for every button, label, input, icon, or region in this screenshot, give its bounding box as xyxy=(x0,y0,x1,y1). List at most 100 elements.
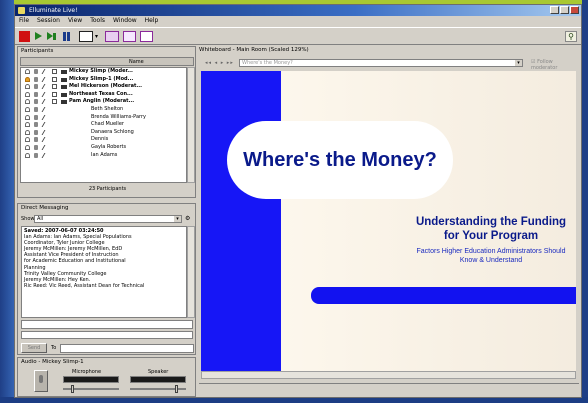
message-input-secondary[interactable] xyxy=(21,331,193,339)
whiteboard-navigation: ◂◂ ◂ ▸ ▸▸ Where's the Money? ☑ Follow mo… xyxy=(201,57,579,71)
breakout-rooms-icon[interactable] xyxy=(105,31,119,42)
whiteboard-header: Whiteboard - Main Room (Scaled 129%) xyxy=(199,47,309,53)
participant-row[interactable]: Ian Adams xyxy=(21,152,186,160)
status-bar xyxy=(199,383,579,396)
speaker-volume-knob[interactable] xyxy=(175,385,179,393)
participant-row[interactable]: Chad Mueller xyxy=(21,121,186,129)
close-button[interactable] xyxy=(570,6,579,14)
participant-name: Danaera Schlong xyxy=(91,128,134,135)
participants-list: Mickey Slimp (Moder... Mickey Slimp-1 (Mo… xyxy=(20,67,187,183)
participant-status-icon xyxy=(25,144,30,150)
participant-status-icon xyxy=(25,91,30,97)
participant-row[interactable]: Mel Hickerson (Moderat... xyxy=(21,83,186,91)
chevron-down-icon[interactable]: ▾ xyxy=(95,31,101,42)
menu-file[interactable]: File xyxy=(19,16,29,26)
participants-header: Participants xyxy=(21,48,54,54)
name-column-header[interactable]: Name xyxy=(129,58,144,66)
menu-tools[interactable]: Tools xyxy=(90,16,105,26)
window-layout-icon[interactable] xyxy=(79,31,93,42)
photo-frame-left xyxy=(0,0,14,403)
video-permission-icon xyxy=(61,85,67,90)
photo-frame-right xyxy=(582,0,588,403)
video-permission-icon xyxy=(61,100,67,105)
minimize-button[interactable] xyxy=(550,6,559,14)
microphone-permission-icon xyxy=(34,84,38,90)
participant-name: Ian Adams xyxy=(91,151,118,158)
participant-status-icon xyxy=(25,152,30,158)
settings-icon[interactable]: ⚙ xyxy=(185,215,190,222)
participant-status-icon xyxy=(25,84,30,90)
profile-icon[interactable]: ⚲ xyxy=(565,31,577,42)
microphone-label: Microphone xyxy=(72,369,102,375)
speaker-volume-slider[interactable] xyxy=(130,385,186,393)
video-permission-icon xyxy=(61,70,67,74)
maximize-button[interactable] xyxy=(560,6,569,14)
load-content-icon[interactable] xyxy=(123,31,136,42)
participant-row[interactable]: Dennis xyxy=(21,136,186,144)
follow-moderator-label: Follow moderator xyxy=(531,59,558,71)
chat-permission-icon xyxy=(52,84,57,90)
pencil-permission-icon xyxy=(41,99,51,105)
send-button[interactable]: Send xyxy=(21,343,47,353)
participants-panel: Participants Name Mickey Slimp (Moder...… xyxy=(17,46,196,198)
step-forward-icon[interactable] xyxy=(47,31,58,42)
talk-button[interactable] xyxy=(34,370,48,392)
page-select[interactable]: Where's the Money? xyxy=(239,59,523,67)
participant-count: 23 Participants xyxy=(88,186,127,192)
microphone-volume-knob[interactable] xyxy=(70,385,74,393)
participant-name: Mickey Slimp-1 (Mod... xyxy=(69,75,134,82)
message-input[interactable] xyxy=(21,320,193,329)
pencil-permission-icon xyxy=(41,106,51,112)
participant-row[interactable]: Mickey Slimp-1 (Mod... xyxy=(21,76,186,84)
window-title: Elluminate Live! xyxy=(29,7,78,14)
microphone-volume-slider[interactable] xyxy=(63,385,119,393)
participant-status-icon xyxy=(25,137,30,143)
participant-row[interactable]: Pam Anglin (Moderat... xyxy=(21,98,186,106)
participant-row[interactable]: Danaera Schlong xyxy=(21,129,186,137)
menu-window[interactable]: Window xyxy=(113,16,137,26)
participant-name: Pam Anglin (Moderat... xyxy=(69,98,135,105)
speaker-meter xyxy=(130,376,186,383)
pencil-permission-icon xyxy=(41,69,51,74)
menu-session[interactable]: Session xyxy=(37,16,60,26)
slide-title: Where's the Money? xyxy=(243,149,437,171)
title-bar[interactable]: Elluminate Live! xyxy=(15,5,581,16)
pencil-permission-icon xyxy=(41,144,51,150)
show-filter-select[interactable]: All xyxy=(34,215,182,223)
to-label: To xyxy=(51,345,57,351)
participant-status-icon xyxy=(25,129,30,135)
pencil-permission-icon xyxy=(41,91,51,97)
participant-row[interactable]: Northeast Texas Con... xyxy=(21,91,186,99)
calendar-icon[interactable] xyxy=(140,31,153,42)
participant-name: Gayla Roberts xyxy=(91,143,127,150)
participant-row[interactable]: Brenda Williams-Parry xyxy=(21,114,186,122)
microphone-permission-icon xyxy=(34,91,38,97)
play-icon[interactable] xyxy=(33,31,44,42)
whiteboard-slide[interactable]: Where's the Money? Understanding the Fun… xyxy=(201,71,576,371)
menu-view[interactable]: View xyxy=(68,16,82,26)
participant-row[interactable]: Gayla Roberts xyxy=(21,144,186,152)
main-toolbar: ▾ ⚲ xyxy=(15,27,581,45)
direct-messaging-panel: Direct Messaging Show All ⚙ Saved: 2007-… xyxy=(17,203,196,355)
participants-scrollbar[interactable] xyxy=(187,67,195,183)
audio-header: Audio - Mickey Slimp-1 xyxy=(21,359,84,365)
menu-help[interactable]: Help xyxy=(145,16,159,26)
menu-bar: File Session View Tools Window Help xyxy=(15,16,581,26)
participant-name: Chad Mueller xyxy=(91,121,124,128)
pause-icon[interactable] xyxy=(61,31,72,42)
chat-permission-icon xyxy=(52,99,57,105)
microphone-permission-icon xyxy=(34,99,38,105)
follow-moderator-checkbox[interactable]: ☑ Follow moderator xyxy=(531,59,579,71)
participant-row[interactable]: Beth Shelton xyxy=(21,106,186,114)
message-log-scrollbar[interactable] xyxy=(187,226,195,318)
whiteboard-horizontal-scrollbar[interactable] xyxy=(201,371,576,379)
microphone-permission-icon xyxy=(34,137,38,143)
microphone-permission-icon xyxy=(34,129,38,135)
page-navigation-arrows[interactable]: ◂◂ ◂ ▸ ▸▸ xyxy=(205,60,234,66)
participant-row[interactable]: Mickey Slimp (Moder... xyxy=(21,68,186,76)
recipient-select[interactable] xyxy=(60,344,194,353)
pencil-permission-icon xyxy=(41,84,51,90)
participant-status-icon xyxy=(25,69,30,74)
participant-name: Beth Shelton xyxy=(91,105,124,112)
record-icon[interactable] xyxy=(19,31,30,42)
